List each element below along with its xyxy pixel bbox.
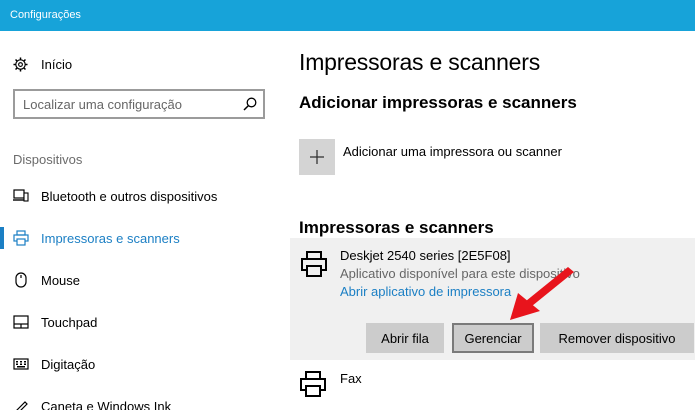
touchpad-icon <box>13 314 29 330</box>
sidebar: Início Localizar uma configuração Dispos… <box>0 31 282 410</box>
gear-icon <box>13 56 28 72</box>
open-queue-button[interactable]: Abrir fila <box>366 323 444 353</box>
printer-icon <box>13 230 29 246</box>
printer-status: Aplicativo disponível para este disposit… <box>340 266 580 281</box>
sidebar-item-label: Caneta e Windows Ink <box>41 398 172 410</box>
open-printer-app-link[interactable]: Abrir aplicativo de impressora <box>340 284 511 299</box>
active-indicator <box>0 227 4 249</box>
printers-list-heading: Impressoras e scanners <box>299 218 494 237</box>
pen-icon <box>13 398 29 410</box>
sidebar-item-bluetooth[interactable]: Bluetooth e outros dispositivos <box>0 181 282 211</box>
section-label-devices: Dispositivos <box>13 152 83 167</box>
sidebar-item-pen[interactable]: Caneta e Windows Ink <box>0 391 282 410</box>
add-printer-button[interactable]: Adicionar uma impressora ou scanner <box>299 139 562 175</box>
printer-name: Deskjet 2540 series [2E5F08] <box>340 248 511 263</box>
bluetooth-devices-icon <box>13 188 29 204</box>
search-input[interactable]: Localizar uma configuração <box>23 97 237 112</box>
search-box[interactable]: Localizar uma configuração <box>13 89 265 119</box>
window-title: Configurações <box>10 9 81 21</box>
main-content: Impressoras e scanners Adicionar impress… <box>282 31 695 410</box>
fax-printer-icon <box>300 371 326 397</box>
sidebar-item-label: Impressoras e scanners <box>41 230 180 246</box>
remove-device-button[interactable]: Remover dispositivo <box>540 323 694 353</box>
sidebar-item-label: Bluetooth e outros dispositivos <box>41 188 218 204</box>
add-section-heading: Adicionar impressoras e scanners <box>299 93 577 112</box>
plus-icon[interactable] <box>299 139 335 175</box>
sidebar-item-label: Touchpad <box>41 314 98 330</box>
sidebar-item-label: Digitação <box>41 356 96 372</box>
home-label: Início <box>41 56 73 72</box>
sidebar-item-label: Mouse <box>41 272 81 288</box>
manage-button[interactable]: Gerenciar <box>452 323 534 353</box>
mouse-icon <box>13 272 29 288</box>
sidebar-item-typing[interactable]: Digitação <box>0 349 282 379</box>
search-icon[interactable] <box>237 91 263 117</box>
printer-icon <box>301 251 327 277</box>
keyboard-icon <box>13 356 29 372</box>
sidebar-item-mouse[interactable]: Mouse <box>0 265 282 295</box>
home-link[interactable]: Início <box>13 54 72 74</box>
page-title: Impressoras e scanners <box>299 49 541 75</box>
add-printer-label: Adicionar uma impressora ou scanner <box>343 144 562 159</box>
printer-card-deskjet[interactable]: Deskjet 2540 series [2E5F08] Aplicativo … <box>290 238 695 360</box>
fax-label: Fax <box>340 371 362 386</box>
sidebar-item-printers[interactable]: Impressoras e scanners <box>0 223 282 253</box>
sidebar-item-touchpad[interactable]: Touchpad <box>0 307 282 337</box>
window-titlebar: Configurações <box>0 0 695 31</box>
